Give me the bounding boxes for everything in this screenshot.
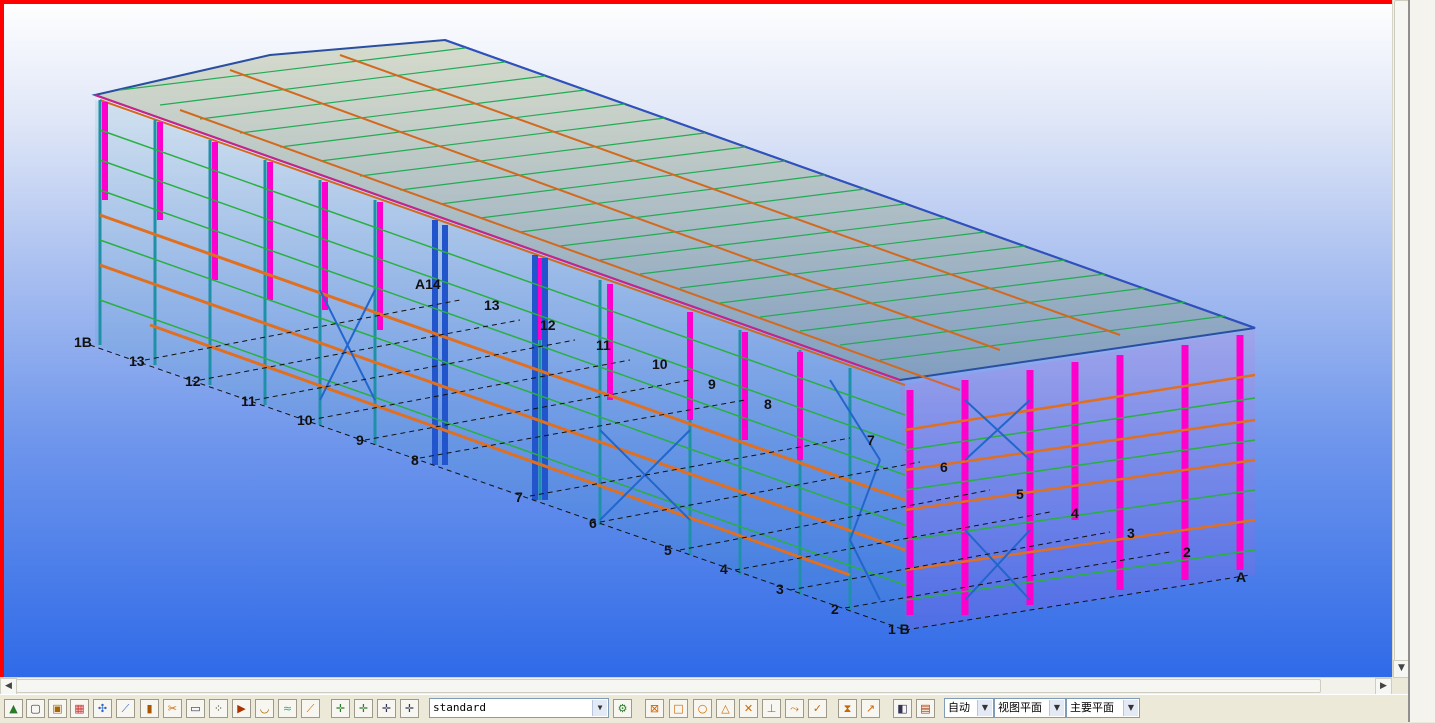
filter-select[interactable]: standard ▼ (429, 698, 609, 718)
select-weld-icon[interactable]: ▮ (140, 699, 159, 718)
grid-label-7: 7 (515, 489, 523, 505)
select-assembly-icon[interactable]: ▲ (4, 699, 23, 718)
snap-end-icon[interactable]: ✛ (354, 699, 373, 718)
grid-label-3-rear: 3 (1127, 525, 1135, 541)
select-rebar-icon[interactable]: ≈ (278, 699, 297, 718)
grid-label-12: 12 (185, 373, 201, 389)
chevron-down-icon[interactable]: ▼ (1123, 700, 1138, 716)
main-plane-select[interactable]: 主要平面 ▼ (1066, 698, 1140, 718)
grid-label-6-rear: 6 (940, 459, 948, 475)
view-active-border-top (0, 0, 1392, 4)
snap-square-icon[interactable]: □ (669, 699, 688, 718)
grid-label-5-rear: 5 (1016, 486, 1024, 502)
snap-circle-icon[interactable]: ○ (693, 699, 712, 718)
plane-select-value: 视图平面 (998, 701, 1042, 714)
select-reference-icon[interactable]: ⁘ (209, 699, 228, 718)
select-line-icon[interactable]: ⟋ (116, 699, 135, 718)
selection-toolbar: ▲ ▢ ▣ ▦ ✣ ⟋ ▮ ✂ ▭ ⁘ ▶ ◡ ≈ ⟋ ✛ ✛ ✛ ✛ stan… (0, 694, 1408, 723)
steel-structure-model[interactable]: 1B 13 12 11 10 9 8 7 6 5 4 3 2 1 B A A14… (0, 0, 1392, 677)
window-edge (1408, 0, 1435, 722)
grid-label-11: 11 (241, 393, 256, 409)
select-object-icon[interactable]: ⟋ (301, 699, 320, 718)
select-plane-icon[interactable]: ▭ (186, 699, 205, 718)
scroll-left-arrow-icon[interactable]: ◀ (0, 678, 17, 695)
end-wall (900, 330, 1256, 630)
grid-label-3: 3 (776, 581, 784, 597)
main-plane-select-value: 主要平面 (1070, 701, 1114, 714)
grid-label-9: 9 (356, 432, 364, 448)
snap-mid-icon[interactable]: ✛ (377, 699, 396, 718)
3d-model-view[interactable]: 1B 13 12 11 10 9 8 7 6 5 4 3 2 1 B A A14… (0, 0, 1392, 677)
view-active-border-left (0, 0, 4, 677)
grid-label-10: 10 (297, 412, 313, 428)
snap-arrow-icon[interactable]: ↗ (861, 699, 880, 718)
snap-triangle-icon[interactable]: △ (716, 699, 735, 718)
select-bolt-icon[interactable]: ▶ (232, 699, 251, 718)
snap-check-icon[interactable]: ✓ (808, 699, 827, 718)
grid-label-7-rear: 7 (867, 432, 875, 448)
vertical-scroll-thumb[interactable] (1394, 0, 1409, 662)
horizontal-scroll-thumb[interactable] (16, 679, 1321, 693)
scroll-right-arrow-icon[interactable]: ▶ (1375, 678, 1392, 695)
grid-label-13: 13 (129, 353, 145, 369)
grid-label-11-rear: 11 (596, 337, 611, 353)
select-cut-icon[interactable]: ✂ (163, 699, 182, 718)
select-grid-icon[interactable]: ▦ (70, 699, 89, 718)
snap-cross-icon[interactable]: ✕ (739, 699, 758, 718)
snap-hourglass-icon[interactable]: ⧗ (838, 699, 857, 718)
grid-label-10-rear: 10 (652, 356, 668, 372)
grid-label-6: 6 (589, 515, 597, 531)
auto-select[interactable]: 自动 ▼ (944, 698, 994, 718)
view-render-icon[interactable]: ◧ (893, 699, 912, 718)
grid-label-4: 4 (720, 561, 728, 577)
grid-label-9-rear: 9 (708, 376, 716, 392)
grid-label-13-rear: 13 (484, 297, 500, 313)
grid-label-4-rear: 4 (1071, 505, 1079, 521)
plane-select[interactable]: 视图平面 ▼ (994, 698, 1066, 718)
grid-label-A14: A14 (415, 276, 441, 292)
view-filter-icon[interactable]: ▤ (916, 699, 935, 718)
grid-label-2: 2 (831, 601, 839, 617)
grid-label-1B: 1B (74, 334, 92, 350)
filter-settings-icon[interactable]: ⚙ (613, 699, 632, 718)
snap-extension-icon[interactable]: ⤳ (785, 699, 804, 718)
filter-select-value: standard (433, 701, 486, 714)
snap-line-icon[interactable]: ✛ (400, 699, 419, 718)
chevron-down-icon[interactable]: ▼ (977, 700, 992, 716)
grid-label-8: 8 (411, 452, 419, 468)
snap-nearest-icon[interactable]: ⊠ (645, 699, 664, 718)
vertical-scrollbar[interactable]: ▼ (1392, 0, 1410, 678)
chevron-down-icon[interactable]: ▼ (592, 700, 607, 716)
grid-label-1B-front: 1 B (888, 621, 910, 637)
chevron-down-icon[interactable]: ▼ (1049, 700, 1064, 716)
horizontal-scrollbar[interactable]: ◀ ▶ (0, 677, 1392, 695)
grid-label-5: 5 (664, 542, 672, 558)
grid-label-8-rear: 8 (764, 396, 772, 412)
snap-perpendicular-icon[interactable]: ⊥ (762, 699, 781, 718)
select-part-icon[interactable]: ▢ (26, 699, 45, 718)
select-surface-icon[interactable]: ◡ (255, 699, 274, 718)
auto-select-value: 自动 (948, 701, 970, 714)
snap-point-icon[interactable]: ✛ (331, 699, 350, 718)
grid-label-12-rear: 12 (540, 317, 556, 333)
grid-label-A: A (1236, 569, 1246, 585)
select-point-icon[interactable]: ✣ (93, 699, 112, 718)
grid-label-2-rear: 2 (1183, 544, 1191, 560)
select-component-icon[interactable]: ▣ (48, 699, 67, 718)
